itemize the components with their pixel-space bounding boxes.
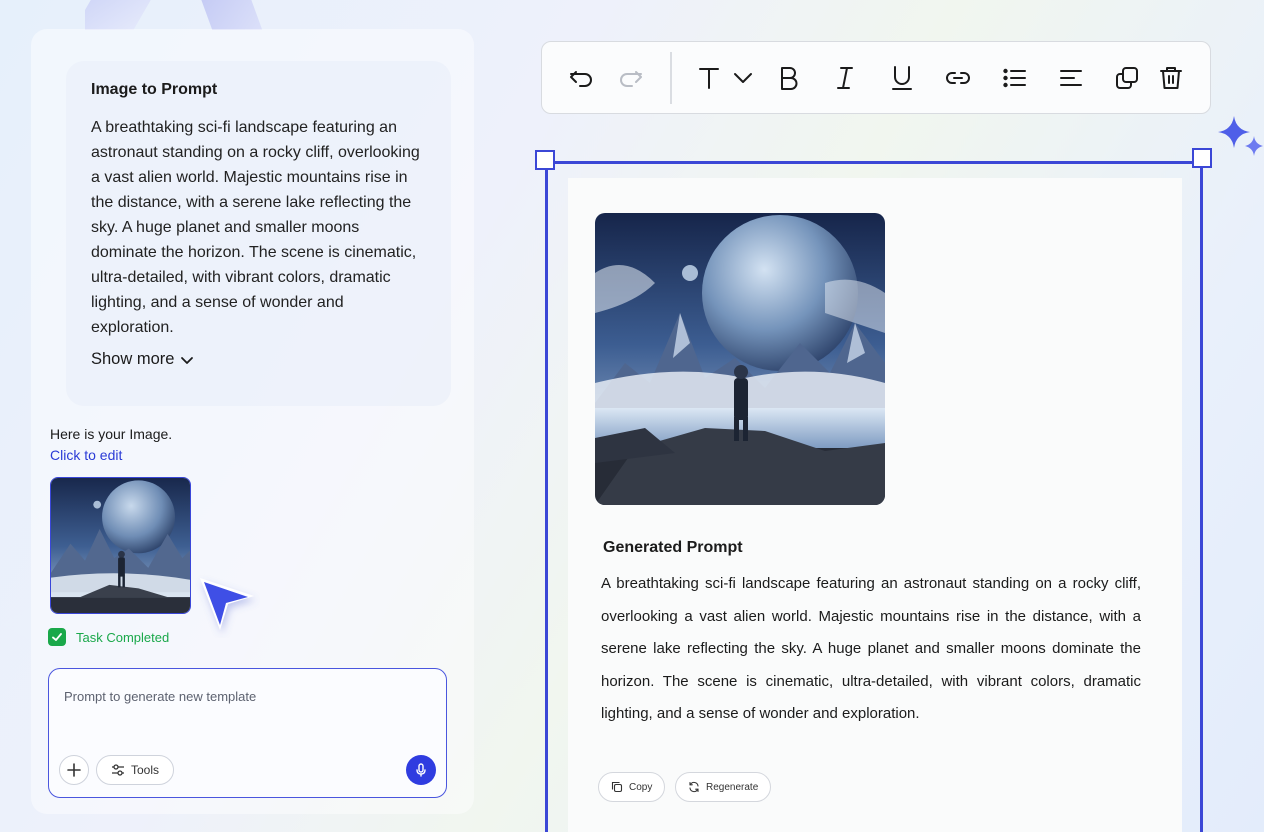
chat-composer: Tools bbox=[48, 668, 447, 798]
task-status: Task Completed bbox=[48, 628, 169, 646]
chat-panel: Image to Prompt A breathtaking sci-fi la… bbox=[31, 29, 474, 814]
refresh-icon bbox=[689, 781, 699, 793]
sparkle-icon bbox=[1218, 116, 1263, 156]
prompt-input[interactable] bbox=[64, 689, 424, 704]
document-page: Generated Prompt A breathtaking sci-fi l… bbox=[568, 178, 1182, 832]
italic-button[interactable] bbox=[830, 63, 860, 93]
generated-prompt-text[interactable]: A breathtaking sci-fi landscape featurin… bbox=[601, 568, 1141, 731]
list-icon bbox=[1003, 68, 1026, 88]
chevron-down-icon bbox=[181, 356, 194, 364]
add-button[interactable] bbox=[59, 755, 89, 785]
copy-button[interactable]: Copy bbox=[598, 772, 666, 802]
toolbar-divider bbox=[670, 52, 672, 104]
microphone-button[interactable] bbox=[406, 755, 436, 785]
align-left-button[interactable] bbox=[1056, 63, 1086, 93]
tools-label: Tools bbox=[131, 763, 160, 777]
undo-button[interactable] bbox=[566, 63, 596, 93]
image-message: Here is your Image. bbox=[50, 426, 173, 442]
delete-button[interactable] bbox=[1156, 63, 1186, 93]
tools-button[interactable]: Tools bbox=[96, 755, 175, 785]
microphone-icon bbox=[416, 763, 426, 777]
copy-label: Copy bbox=[629, 781, 653, 793]
redo-icon bbox=[620, 71, 642, 87]
link-button[interactable] bbox=[943, 63, 973, 93]
bold-button[interactable] bbox=[774, 63, 804, 93]
generated-image[interactable] bbox=[595, 213, 885, 505]
text-icon bbox=[699, 68, 719, 89]
show-more-label: Show more bbox=[91, 350, 175, 368]
redo-button[interactable] bbox=[616, 63, 646, 93]
duplicate-button[interactable] bbox=[1112, 63, 1142, 93]
check-icon bbox=[48, 628, 66, 646]
chevron-down-icon bbox=[734, 73, 752, 83]
sliders-icon bbox=[112, 764, 124, 776]
copy-icon bbox=[611, 781, 623, 793]
generated-prompt-title: Generated Prompt bbox=[603, 539, 743, 556]
astronaut-scene-thumbnail bbox=[51, 478, 190, 613]
prompt-card-description: A breathtaking sci-fi landscape featurin… bbox=[91, 119, 420, 336]
plus-icon bbox=[67, 763, 81, 777]
prompt-card-title: Image to Prompt bbox=[91, 81, 218, 98]
resize-handle-top-right[interactable] bbox=[1192, 148, 1212, 168]
cursor-pointer-icon bbox=[200, 578, 254, 630]
underline-button[interactable] bbox=[887, 63, 917, 93]
show-more-button[interactable]: Show more bbox=[91, 350, 426, 369]
link-icon bbox=[946, 72, 970, 84]
regenerate-button[interactable]: Regenerate bbox=[675, 772, 772, 802]
editor-toolbar bbox=[541, 41, 1211, 114]
regenerate-label: Regenerate bbox=[706, 781, 759, 793]
underline-icon bbox=[892, 66, 912, 90]
decorative-shards bbox=[85, 0, 265, 30]
resize-handle-top-left[interactable] bbox=[535, 150, 555, 170]
undo-icon bbox=[570, 71, 592, 87]
italic-icon bbox=[837, 67, 853, 89]
bullet-list-button[interactable] bbox=[1000, 63, 1030, 93]
bold-icon bbox=[781, 67, 798, 90]
text-style-button[interactable] bbox=[694, 63, 724, 93]
image-to-prompt-card: Image to Prompt A breathtaking sci-fi la… bbox=[66, 61, 451, 406]
trash-icon bbox=[1160, 67, 1182, 89]
astronaut-scene-image bbox=[595, 213, 885, 505]
task-status-label: Task Completed bbox=[76, 629, 170, 645]
generated-image-thumbnail[interactable] bbox=[50, 477, 191, 614]
text-style-dropdown[interactable] bbox=[728, 63, 758, 93]
click-to-edit-link[interactable]: Click to edit bbox=[50, 447, 122, 463]
align-left-icon bbox=[1060, 70, 1082, 86]
duplicate-icon bbox=[1116, 67, 1138, 89]
